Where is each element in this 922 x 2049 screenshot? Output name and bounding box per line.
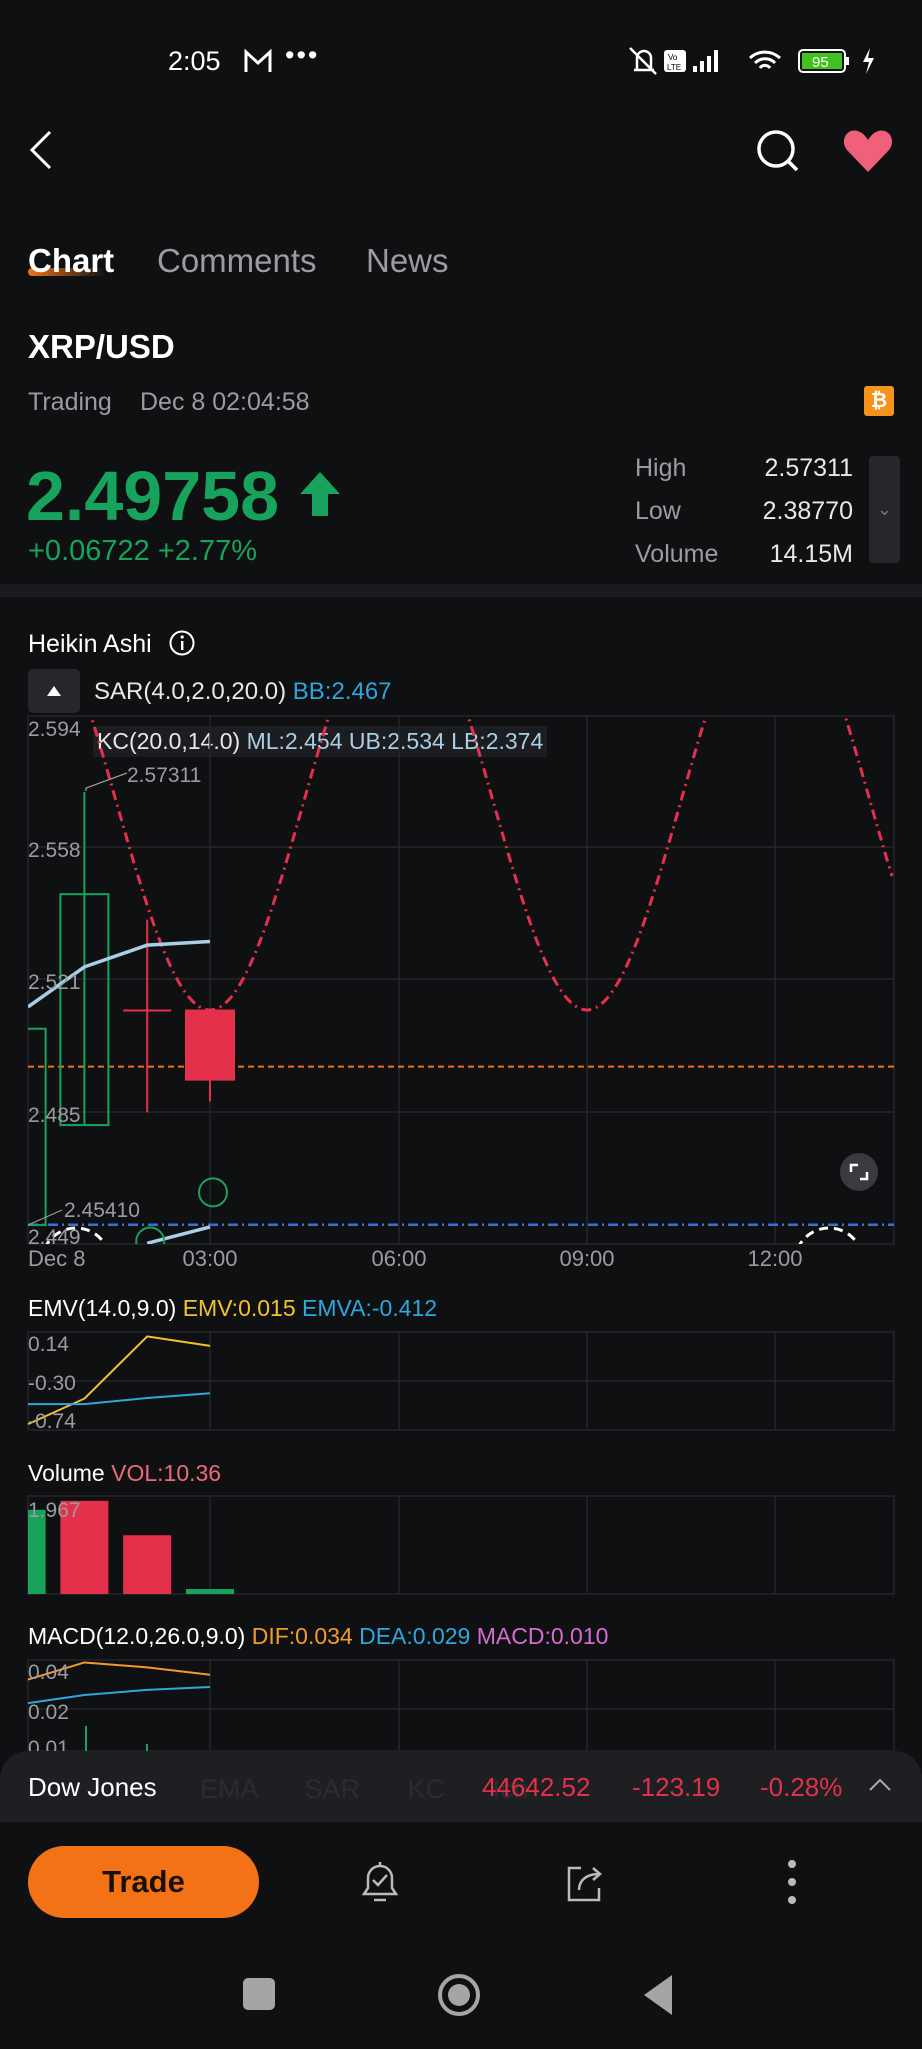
x-tick: 06:00 [371, 1246, 426, 1271]
recents-button[interactable] [243, 1978, 275, 2010]
candle-body [185, 1009, 235, 1081]
y-tick: 2.594 [28, 718, 81, 741]
macd-y-tick: 0.02 [28, 1701, 69, 1724]
sar-point [198, 1177, 228, 1208]
ghost-item: KC [407, 1774, 446, 1804]
ghost-item: SAR [304, 1774, 361, 1804]
system-back-button[interactable] [642, 1973, 674, 2017]
macd-y-tick: 0.04 [28, 1661, 69, 1684]
panel-frame [27, 715, 895, 1245]
chevron-up-icon[interactable] [868, 1776, 892, 1792]
ticker-change: -123.19 [632, 1772, 721, 1802]
low-marker-label: 2.45410 [64, 1199, 140, 1222]
x-tick: 12:00 [747, 1246, 802, 1271]
y-tick: 2.521 [28, 971, 81, 994]
alert-bell-icon[interactable] [358, 1858, 402, 1906]
volume-bar [28, 1509, 46, 1594]
ticker-change-pct: -0.28% [760, 1772, 843, 1802]
fullscreen-button[interactable] [840, 1153, 878, 1191]
share-icon[interactable] [563, 1860, 607, 1904]
x-tick: Dec 8 [28, 1246, 85, 1271]
emv-y-tick: 0.14 [28, 1333, 69, 1356]
y-tick: 2.558 [28, 839, 81, 862]
dashed-circle-marker [798, 1226, 860, 1244]
chart-canvas[interactable]: 2.594 2.558 2.521 2.485 2.449 2.57311 2.… [0, 0, 922, 2049]
ticker-ghost-items: EMA SAR KC Ich [200, 1774, 529, 1805]
emv-y-tick: -0.30 [28, 1372, 76, 1395]
sar-curve [89, 716, 894, 1012]
volume-bar [186, 1589, 234, 1594]
volume-y-tick: 1.967 [28, 1499, 81, 1522]
high-marker-line [85, 772, 128, 791]
home-button[interactable] [436, 1972, 482, 2018]
ticker-name: Dow Jones [28, 1772, 157, 1802]
ghost-item: EMA [200, 1774, 258, 1804]
x-tick: 03:00 [182, 1246, 237, 1271]
emv-y-tick: -0.74 [28, 1410, 76, 1433]
x-tick: 09:00 [559, 1246, 614, 1271]
y-tick: 2.485 [28, 1104, 81, 1127]
ticker-value: 44642.52 [482, 1772, 591, 1802]
high-marker-label: 2.57311 [127, 764, 201, 787]
volume-bar [123, 1535, 172, 1594]
trade-button[interactable]: Trade [28, 1846, 259, 1918]
panel-frame [27, 1659, 895, 1752]
more-vertical-icon[interactable] [782, 1856, 802, 1908]
